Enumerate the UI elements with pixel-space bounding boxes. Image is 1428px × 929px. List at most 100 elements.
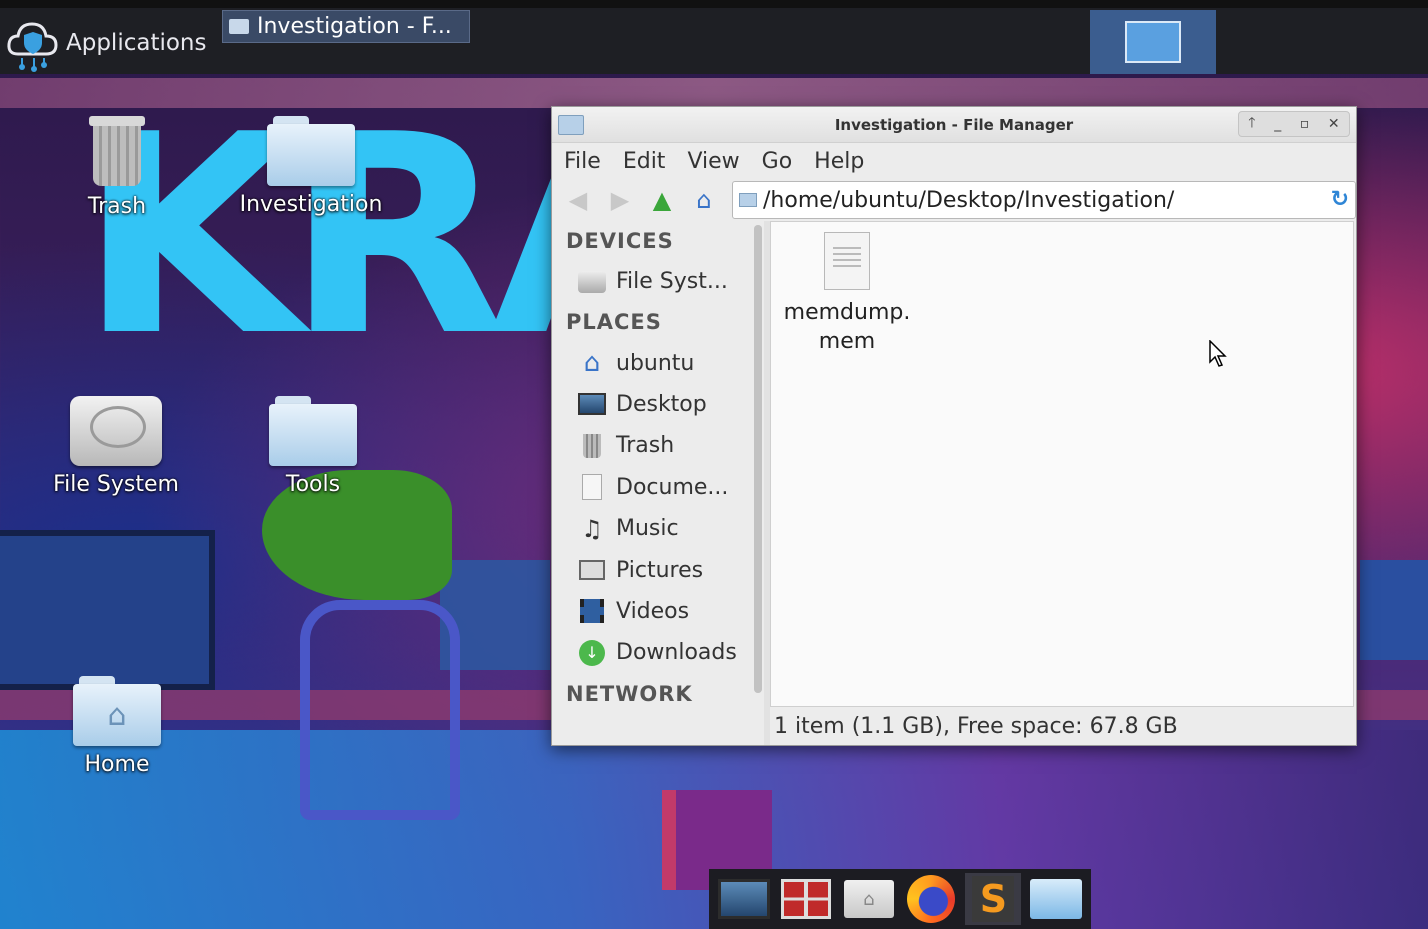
hard-drive-icon [70, 396, 162, 466]
wallpaper-monitor [0, 530, 215, 690]
folder-icon [269, 396, 357, 466]
downloads-icon: ↓ [578, 639, 606, 666]
videos-icon [578, 598, 606, 624]
maximize-button[interactable]: ▫ [1300, 116, 1310, 132]
music-icon: ♫ [581, 514, 603, 543]
taskbar-window-title: Investigation - F... [257, 14, 452, 39]
sidebar-scrollbar[interactable] [754, 225, 762, 693]
wallpaper-screen-right [1360, 560, 1428, 660]
home-button[interactable]: ⌂ [686, 183, 722, 217]
window-controls: 🡑 _ ▫ ✕ [1238, 111, 1350, 137]
sidebar-item-label: Videos [616, 598, 690, 624]
sidebar-item-ubuntu[interactable]: ⌂ ubuntu [556, 342, 764, 383]
location-input[interactable] [763, 187, 1323, 213]
folder-icon [229, 19, 249, 34]
desktop-icon-tools[interactable]: Tools [268, 396, 358, 497]
wallpaper-chair [300, 600, 460, 820]
sidebar-header-devices: DEVICES [566, 229, 674, 253]
file-item[interactable]: memdump. mem [777, 232, 917, 356]
refresh-icon[interactable]: ↻ [1331, 187, 1349, 212]
sidebar-item-label: ubuntu [616, 350, 695, 376]
file-name-line1: memdump. [783, 300, 911, 325]
dock-file-manager[interactable] [1028, 873, 1084, 925]
back-button[interactable]: ◀ [560, 183, 596, 217]
cloud-shield-logo-icon [7, 22, 58, 72]
sidebar-item-label: Music [616, 516, 679, 542]
sidebar-item-label: Trash [616, 433, 675, 459]
sidebar-header-network: NETWORK [566, 681, 693, 706]
home-icon: ⌂ [696, 186, 712, 214]
window-title: Investigation - File Manager [834, 115, 1074, 134]
side-pane: DEVICES File Syst... PLACES ⌂ ubuntu Des… [556, 221, 764, 745]
sidebar-item-label: Pictures [616, 557, 704, 583]
close-button[interactable]: ✕ [1328, 116, 1340, 132]
sidebar-item-label: Downloads [616, 640, 737, 666]
dock-sublime-text[interactable]: S [965, 873, 1022, 925]
sidebar-item-label: Desktop [616, 391, 707, 417]
sidebar-item-downloads[interactable]: ↓ Downloads [556, 632, 764, 673]
app-grid-icon [781, 879, 832, 919]
sidebar-item-pictures[interactable]: Pictures [556, 549, 764, 590]
window-titlebar[interactable]: Investigation - File Manager 🡑 _ ▫ ✕ [552, 107, 1356, 143]
pictures-icon [578, 557, 606, 583]
dock-firefox[interactable] [903, 873, 959, 925]
workspace-window-icon [1125, 21, 1181, 63]
shade-button[interactable]: 🡑 [1248, 112, 1255, 136]
desktop-icon-label: Trash [87, 194, 147, 219]
window-body: DEVICES File Syst... PLACES ⌂ ubuntu Des… [552, 221, 1356, 745]
arrow-left-icon: ◀ [568, 186, 588, 214]
home-folder-icon: ⌂ [73, 676, 161, 746]
sidebar-header-places: PLACES [566, 310, 662, 335]
folder-icon [267, 116, 355, 186]
menubar: File Edit View Go Help [552, 143, 1356, 179]
desktop-icon-home[interactable]: ⌂ Home [72, 676, 162, 777]
document-icon [824, 232, 870, 290]
menu-go[interactable]: Go [762, 149, 793, 174]
toolbar: ◀ ▶ ▲ ⌂ ↻ [552, 179, 1356, 221]
folder-icon [558, 115, 584, 135]
terminal-icon [718, 879, 771, 919]
trash-icon [578, 433, 606, 459]
sidebar-item-desktop[interactable]: Desktop [556, 384, 764, 425]
dock-app-finder[interactable] [778, 873, 834, 925]
home-folder-icon: ⌂ [843, 880, 894, 918]
menu-view[interactable]: View [687, 149, 739, 174]
arrow-right-icon: ▶ [610, 186, 630, 214]
trash-icon [89, 112, 145, 188]
applications-menu-button[interactable]: Applications [4, 12, 207, 74]
location-bar: ↻ [732, 181, 1356, 219]
sublime-text-icon: S [972, 876, 1015, 922]
dock: ⌂ S [709, 869, 1091, 929]
sidebar-item-file-system[interactable]: File Syst... [556, 261, 764, 302]
dock-terminal[interactable] [716, 873, 772, 925]
minimize-button[interactable]: _ [1274, 116, 1281, 132]
arrow-up-icon: ▲ [652, 186, 672, 214]
menu-edit[interactable]: Edit [623, 149, 666, 174]
file-name-line2: mem [818, 329, 876, 354]
hard-drive-icon [578, 269, 606, 295]
menu-help[interactable]: Help [814, 149, 864, 174]
desktop-icon-trash[interactable]: Trash [72, 112, 162, 219]
taskbar-window-button[interactable]: Investigation - F... [222, 10, 470, 43]
sidebar-item-music[interactable]: ♫ Music [556, 508, 764, 549]
menu-file[interactable]: File [564, 149, 601, 174]
workspace-switcher[interactable] [1090, 10, 1216, 74]
sidebar-item-documents[interactable]: Docume... [556, 467, 764, 508]
file-manager-window: Investigation - File Manager 🡑 _ ▫ ✕ Fil… [551, 106, 1357, 746]
desktop-icon-file-system[interactable]: File System [46, 396, 186, 497]
folder-view[interactable]: memdump. mem [770, 221, 1354, 707]
applications-label: Applications [66, 30, 207, 56]
sidebar-item-videos[interactable]: Videos [556, 591, 764, 632]
forward-button[interactable]: ▶ [602, 183, 638, 217]
status-bar: 1 item (1.1 GB), Free space: 67.8 GB [774, 713, 1178, 739]
home-icon: ⌂ [107, 697, 127, 733]
dock-home-folder[interactable]: ⌂ [841, 873, 897, 925]
sidebar-item-label: Docume... [616, 474, 729, 500]
desktop-icon-investigation[interactable]: Investigation [232, 116, 390, 217]
desktop-icon-label: Home [84, 752, 150, 777]
desktop-icon-label: Tools [285, 472, 341, 497]
sidebar-item-trash[interactable]: Trash [556, 425, 764, 466]
folder-icon [1029, 879, 1082, 919]
mouse-cursor-icon [1209, 340, 1227, 367]
parent-folder-button[interactable]: ▲ [644, 183, 680, 217]
